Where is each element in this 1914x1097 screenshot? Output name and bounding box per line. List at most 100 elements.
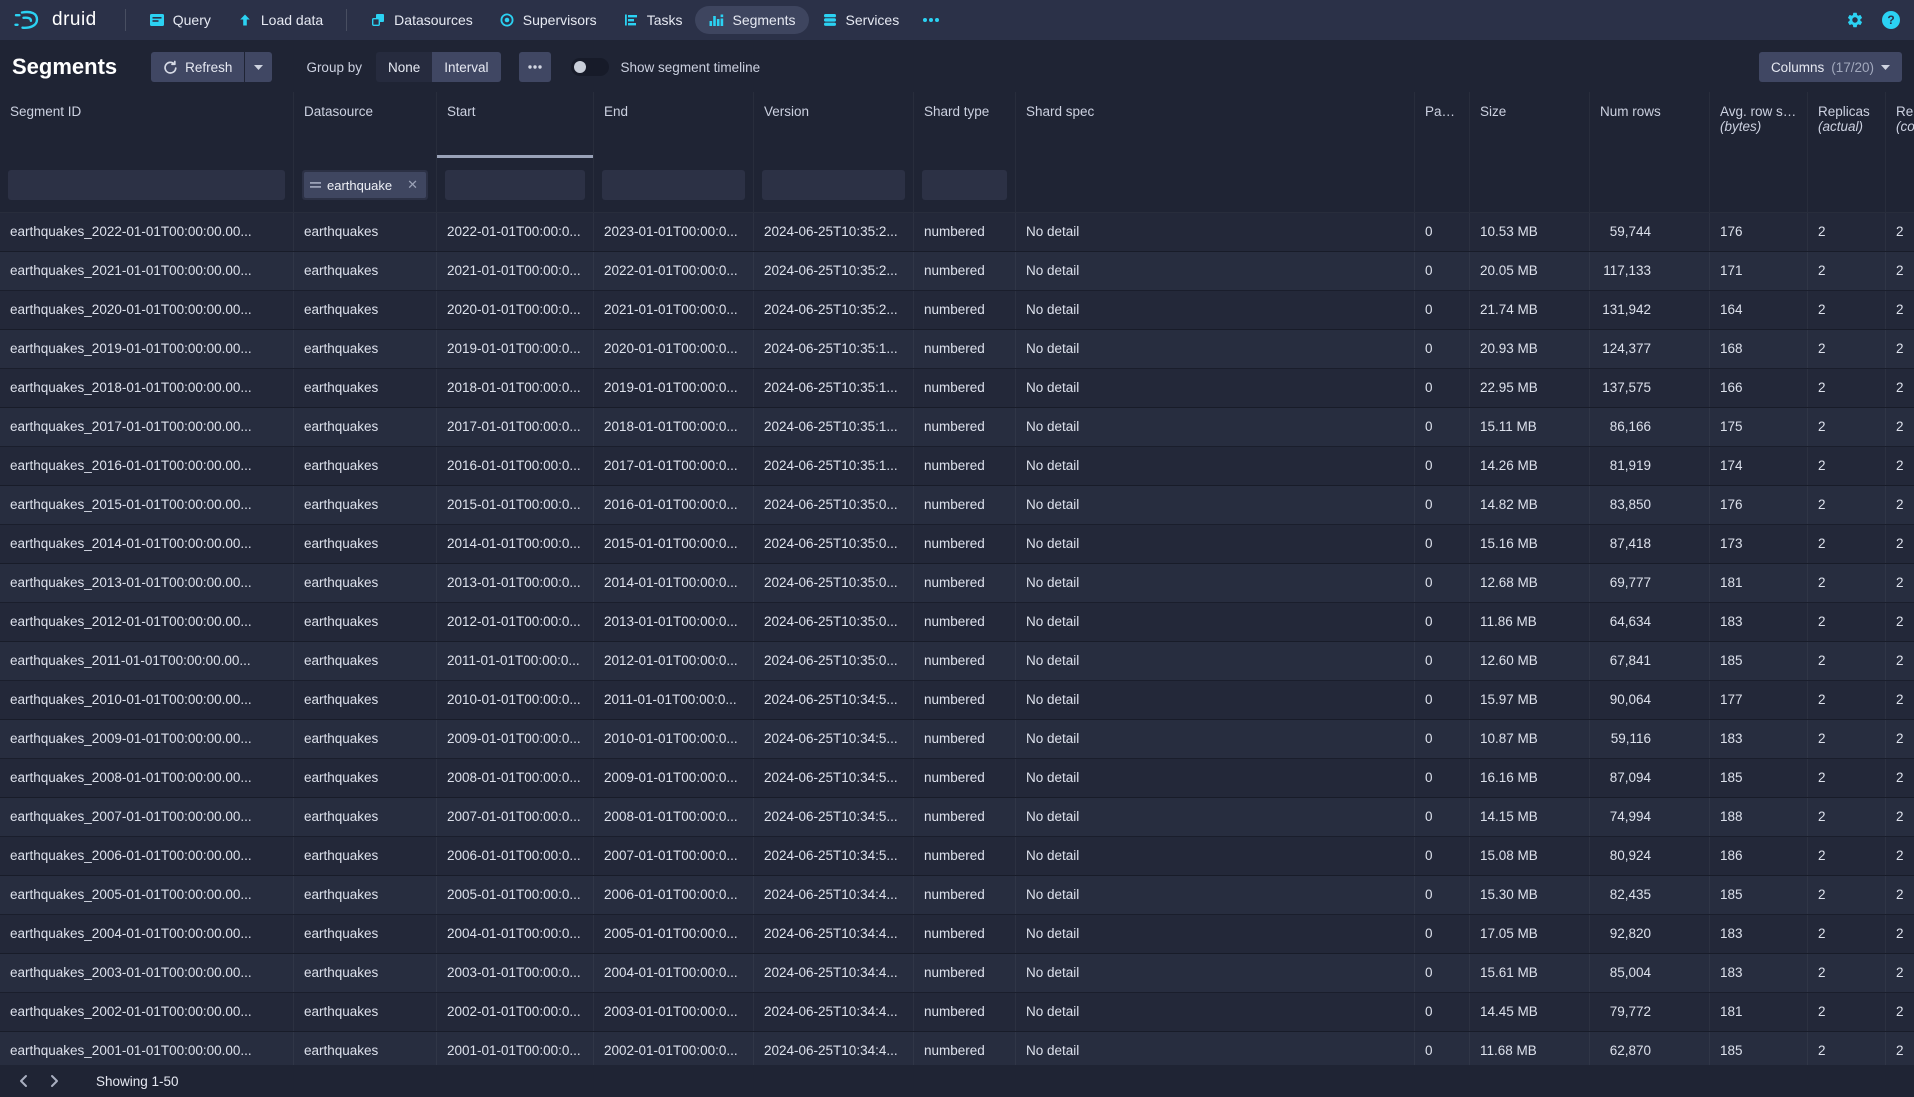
cell-replicas[interactable]: 2 [1808,486,1886,524]
cell-end[interactable]: 2012-01-01T00:00:0... [594,642,754,680]
column-header-datasource[interactable]: Datasource [294,92,437,158]
cell-shard-type[interactable]: numbered [914,603,1016,641]
refresh-button[interactable]: Refresh [151,52,244,82]
cell-replication-factor[interactable]: 2 [1886,681,1914,719]
cell-replicas[interactable]: 2 [1808,759,1886,797]
cell-datasource[interactable]: earthquakes [294,213,437,251]
cell-num-rows[interactable]: 64,634 [1590,603,1710,641]
cell-replication-factor[interactable]: 2 [1886,447,1914,485]
cell-num-rows[interactable]: 59,116 [1590,720,1710,758]
cell-segment-id[interactable]: earthquakes_2011-01-01T00:00:00.00... [0,642,294,680]
cell-replicas[interactable]: 2 [1808,330,1886,368]
cell-avg-row-size[interactable]: 164 [1710,291,1808,329]
cell-datasource[interactable]: earthquakes [294,330,437,368]
cell-size[interactable]: 22.95 MB [1470,369,1590,407]
cell-datasource[interactable]: earthquakes [294,1032,437,1065]
cell-num-rows[interactable]: 69,777 [1590,564,1710,602]
cell-segment-id[interactable]: earthquakes_2018-01-01T00:00:00.00... [0,369,294,407]
table-row[interactable]: earthquakes_2022-01-01T00:00:00.00... ea… [0,213,1914,252]
cell-shard-spec[interactable]: No detail [1016,525,1415,563]
table-row[interactable]: earthquakes_2008-01-01T00:00:00.00... ea… [0,759,1914,798]
cell-avg-row-size[interactable]: 185 [1710,759,1808,797]
filter-end-input[interactable] [602,170,745,200]
cell-version[interactable]: 2024-06-25T10:34:4... [754,876,914,914]
cell-partition[interactable]: 0 [1415,642,1470,680]
nav-tab-query[interactable]: Query [136,6,224,34]
cell-num-rows[interactable]: 62,870 [1590,1032,1710,1065]
cell-shard-spec[interactable]: No detail [1016,876,1415,914]
remove-filter-icon[interactable]: ✕ [405,177,420,193]
cell-partition[interactable]: 0 [1415,759,1470,797]
cell-shard-type[interactable]: numbered [914,915,1016,953]
cell-end[interactable]: 2023-01-01T00:00:0... [594,213,754,251]
cell-partition[interactable]: 0 [1415,720,1470,758]
cell-replication-factor[interactable]: 2 [1886,213,1914,251]
table-row[interactable]: earthquakes_2009-01-01T00:00:00.00... ea… [0,720,1914,759]
cell-shard-spec[interactable]: No detail [1016,954,1415,992]
cell-shard-spec[interactable]: No detail [1016,1032,1415,1065]
cell-replicas[interactable]: 2 [1808,993,1886,1031]
cell-segment-id[interactable]: earthquakes_2020-01-01T00:00:00.00... [0,291,294,329]
cell-partition[interactable]: 0 [1415,1032,1470,1065]
cell-avg-row-size[interactable]: 171 [1710,252,1808,290]
filter-start-input[interactable] [445,170,585,200]
cell-shard-type[interactable]: numbered [914,720,1016,758]
nav-tab-tasks[interactable]: Tasks [610,6,696,34]
table-row[interactable]: earthquakes_2017-01-01T00:00:00.00... ea… [0,408,1914,447]
group-by-none-button[interactable]: None [376,52,432,82]
column-header-segment-id[interactable]: Segment ID [0,92,294,158]
cell-start[interactable]: 2017-01-01T00:00:0... [437,408,594,446]
cell-replication-factor[interactable]: 2 [1886,876,1914,914]
cell-replicas[interactable]: 2 [1808,954,1886,992]
cell-datasource[interactable]: earthquakes [294,798,437,836]
cell-shard-spec[interactable]: No detail [1016,330,1415,368]
cell-datasource[interactable]: earthquakes [294,681,437,719]
cell-replication-factor[interactable]: 2 [1886,798,1914,836]
filter-datasource-input[interactable]: earthquake ✕ [302,170,428,200]
cell-replication-factor[interactable]: 2 [1886,759,1914,797]
cell-datasource[interactable]: earthquakes [294,837,437,875]
cell-num-rows[interactable]: 83,850 [1590,486,1710,524]
cell-start[interactable]: 2011-01-01T00:00:0... [437,642,594,680]
cell-replication-factor[interactable]: 2 [1886,837,1914,875]
cell-version[interactable]: 2024-06-25T10:35:0... [754,564,914,602]
cell-partition[interactable]: 0 [1415,681,1470,719]
cell-partition[interactable]: 0 [1415,798,1470,836]
cell-shard-type[interactable]: numbered [914,252,1016,290]
cell-datasource[interactable]: earthquakes [294,642,437,680]
cell-segment-id[interactable]: earthquakes_2008-01-01T00:00:00.00... [0,759,294,797]
cell-num-rows[interactable]: 124,377 [1590,330,1710,368]
cell-segment-id[interactable]: earthquakes_2016-01-01T00:00:00.00... [0,447,294,485]
cell-end[interactable]: 2015-01-01T00:00:0... [594,525,754,563]
cell-avg-row-size[interactable]: 174 [1710,447,1808,485]
cell-datasource[interactable]: earthquakes [294,252,437,290]
cell-num-rows[interactable]: 90,064 [1590,681,1710,719]
cell-num-rows[interactable]: 59,744 [1590,213,1710,251]
cell-shard-spec[interactable]: No detail [1016,759,1415,797]
cell-shard-type[interactable]: numbered [914,330,1016,368]
cell-start[interactable]: 2006-01-01T00:00:0... [437,837,594,875]
cell-datasource[interactable]: earthquakes [294,369,437,407]
cell-replication-factor[interactable]: 2 [1886,915,1914,953]
column-header-replicas[interactable]: Replicas(actual) [1808,92,1886,158]
cell-version[interactable]: 2024-06-25T10:35:2... [754,291,914,329]
cell-avg-row-size[interactable]: 183 [1710,954,1808,992]
cell-replication-factor[interactable]: 2 [1886,291,1914,329]
cell-version[interactable]: 2024-06-25T10:34:4... [754,993,914,1031]
cell-version[interactable]: 2024-06-25T10:35:0... [754,603,914,641]
cell-end[interactable]: 2022-01-01T00:00:0... [594,252,754,290]
cell-replication-factor[interactable]: 2 [1886,1032,1914,1065]
filter-version-input[interactable] [762,170,905,200]
cell-shard-type[interactable]: numbered [914,837,1016,875]
table-row[interactable]: earthquakes_2018-01-01T00:00:00.00... ea… [0,369,1914,408]
cell-start[interactable]: 2002-01-01T00:00:0... [437,993,594,1031]
cell-replication-factor[interactable]: 2 [1886,993,1914,1031]
cell-start[interactable]: 2004-01-01T00:00:0... [437,915,594,953]
help-button[interactable]: ? [1882,11,1900,29]
cell-partition[interactable]: 0 [1415,993,1470,1031]
cell-end[interactable]: 2017-01-01T00:00:0... [594,447,754,485]
cell-size[interactable]: 12.60 MB [1470,642,1590,680]
cell-segment-id[interactable]: earthquakes_2013-01-01T00:00:00.00... [0,564,294,602]
cell-shard-spec[interactable]: No detail [1016,408,1415,446]
cell-num-rows[interactable]: 79,772 [1590,993,1710,1031]
